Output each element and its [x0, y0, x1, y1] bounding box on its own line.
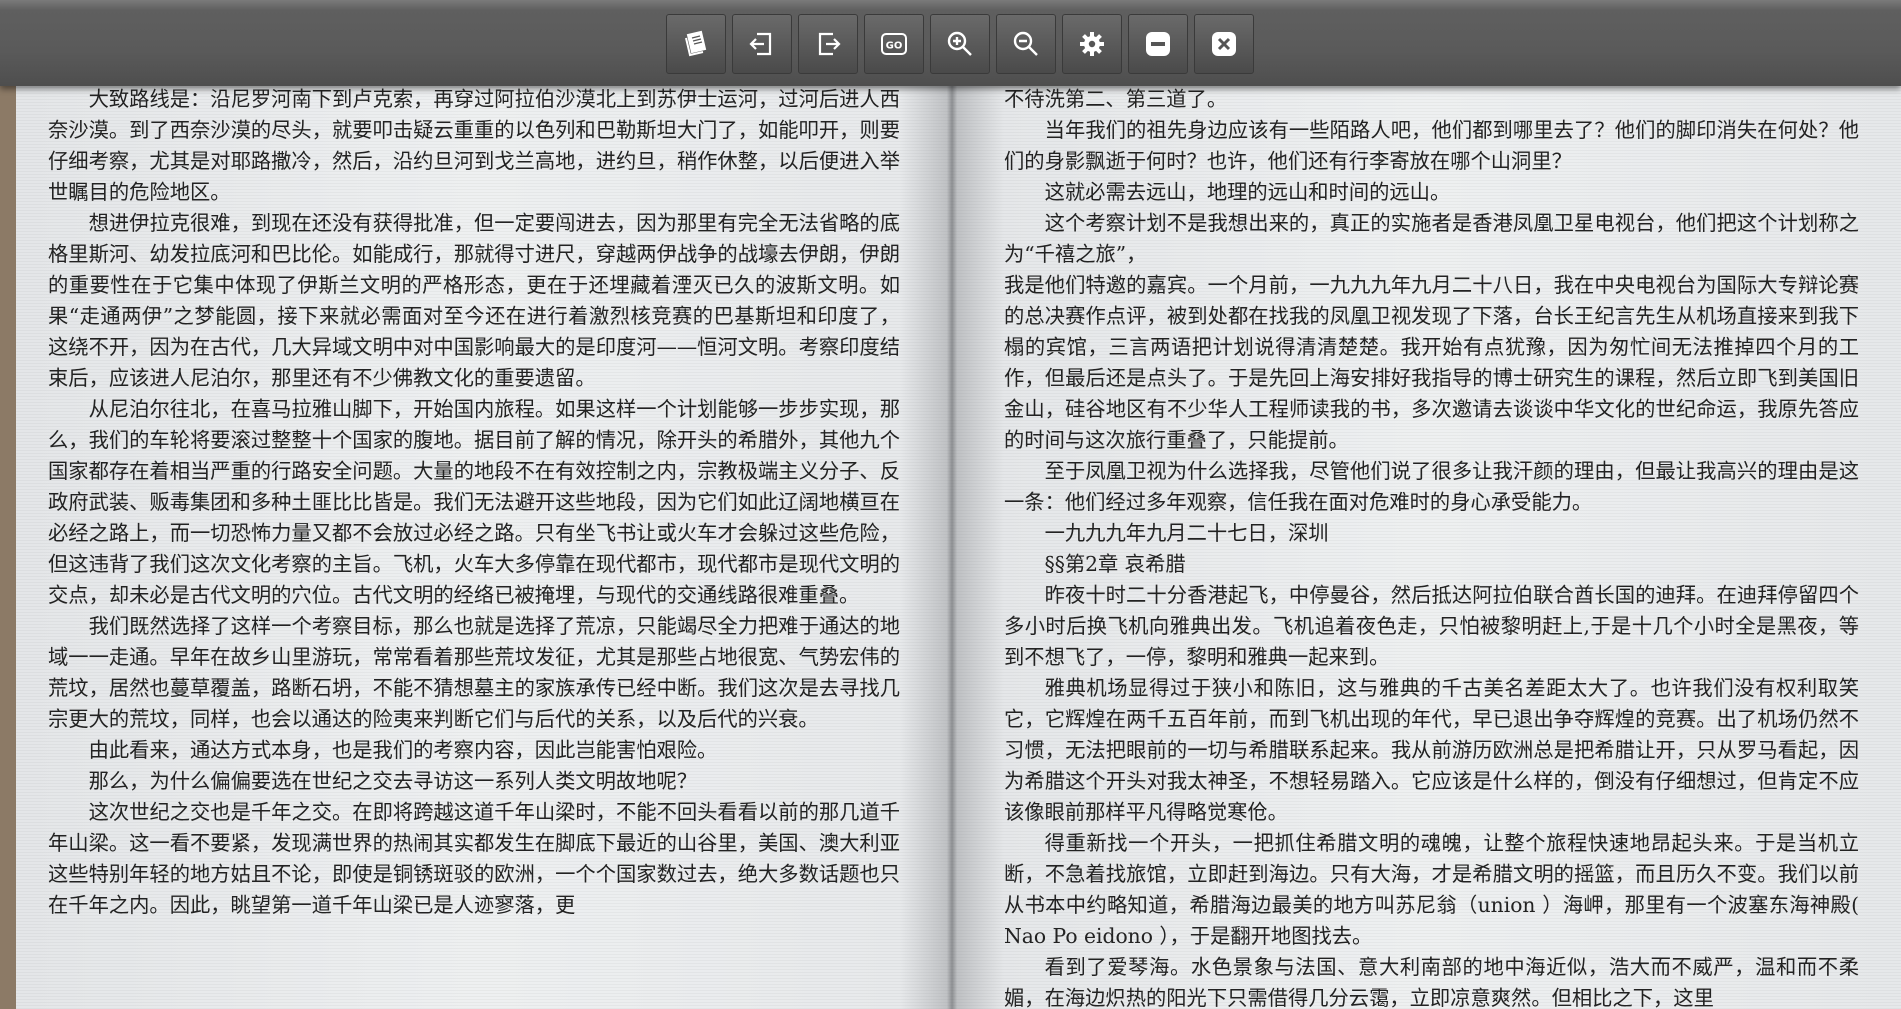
zoom-in-button[interactable]: [930, 14, 990, 74]
book-reader: 大致路线是：沿尼罗河南下到卢克索，再穿过阿拉伯沙漠北上到苏伊士运河，过河后进人西…: [0, 0, 1901, 1009]
left-paragraph: 想进伊拉克很难，到现在还没有获得批准，但一定要闯进去，因为那里有完全无法省略的底…: [48, 211, 900, 390]
left-paragraph: 大致路线是：沿尼罗河南下到卢克索，再穿过阿拉伯沙漠北上到苏伊士运河，过河后进人西…: [48, 87, 900, 204]
zoom-in-icon: [947, 31, 972, 56]
minimize-icon: [1146, 32, 1170, 56]
go-to-page-icon: GO: [881, 33, 907, 55]
right-paragraph: 得重新找一个开头，一把抓住希腊文明的魂魄，让整个旅程快速地昂起头来。于是当机立断…: [1004, 831, 1859, 948]
svg-text:GO: GO: [886, 41, 903, 52]
toolbar-buttons: GO: [666, 14, 1254, 74]
left-paragraph: 从尼泊尔往北，在喜马拉雅山脚下，开始国内旅程。如果这样一个计划能够一步步实现，那…: [48, 397, 900, 607]
right-paragraph: 这个考察计划不是我想出来的，真正的实施者是香港凤凰卫星电视台，他们把这个计划称之…: [1004, 211, 1859, 266]
right-paragraph: 这就必需去远山，地理的远山和时间的远山。: [1044, 180, 1451, 204]
settings-button[interactable]: [1062, 14, 1122, 74]
next-page-button[interactable]: [798, 14, 858, 74]
right-paragraph: 雅典机场显得过于狭小和陈旧，这与雅典的千古美名差距太大了。也许我们没有权利取笑它…: [1004, 676, 1859, 824]
left-page-text: 大致路线是：沿尼罗河南下到卢克索，再穿过阿拉伯沙漠北上到苏伊士运河，过河后进人西…: [48, 84, 900, 921]
zoom-out-button[interactable]: [996, 14, 1056, 74]
right-page-text: 不待洗第二、第三道了。当年我们的祖先身边应该有一些陌路人吧，他们都到哪里去了？他…: [1004, 84, 1859, 1009]
right-page[interactable]: 不待洗第二、第三道了。当年我们的祖先身边应该有一些陌路人吧，他们都到哪里去了？他…: [952, 0, 1901, 1009]
top-toolbar: GO: [0, 0, 1901, 86]
left-paragraph: 我们既然选择了这样一个考察目标，那么也就是选择了荒凉，只能竭尽全力把难于通达的地…: [48, 614, 900, 731]
right-paragraph: 我是他们特邀的嘉宾。一个月前，一九九九年九月二十八日，我在中央电视台为国际大专辩…: [1004, 273, 1859, 452]
right-paragraph: §§第2章 哀希腊: [1044, 552, 1186, 576]
next-page-icon: [818, 32, 841, 56]
previous-page-icon: [749, 32, 772, 56]
previous-page-button[interactable]: [732, 14, 792, 74]
right-paragraph: 至于凤凰卫视为什么选择我，尽管他们说了很多让我汗颜的理由，但最让我高兴的理由是这…: [1004, 459, 1859, 514]
zoom-out-icon: [1013, 31, 1038, 56]
go-to-page-button[interactable]: GO: [864, 14, 924, 74]
right-paragraph: 不待洗第二、第三道了。: [1004, 87, 1228, 111]
contents-button[interactable]: [666, 14, 726, 74]
minimize-button[interactable]: [1128, 14, 1188, 74]
close-icon: [1212, 32, 1236, 56]
right-paragraph: 当年我们的祖先身边应该有一些陌路人吧，他们都到哪里去了？他们的脚印消失在何处？他…: [1004, 118, 1859, 173]
right-paragraph: 昨夜十时二十分香港起飞，中停曼谷，然后抵达阿拉伯联合酋长国的迪拜。在迪拜停留四个…: [1004, 583, 1859, 669]
book-contents-icon: [685, 30, 707, 57]
left-paragraph: 那么，为什么偏偏要选在世纪之交去寻访这一系列人类文明故地呢？: [88, 769, 698, 793]
left-paragraph: 由此看来，通达方式本身，也是我们的考察内容，因此岂能害怕艰险。: [88, 738, 718, 762]
left-paragraph: 这次世纪之交也是千年之交。在即将跨越这道千年山梁时，不能不回头看看以前的那几道千…: [48, 800, 900, 917]
left-page[interactable]: 大致路线是：沿尼罗河南下到卢克索，再穿过阿拉伯沙漠北上到苏伊士运河，过河后进人西…: [0, 0, 952, 1009]
right-paragraph: 看到了爱琴海。水色景象与法国、意大利南部的地中海近似，浩大而不威严，温和而不柔媚…: [1004, 955, 1859, 1009]
settings-gear-icon: [1080, 32, 1104, 56]
right-paragraph: 一九九九年九月二十七日，深圳: [1044, 521, 1329, 545]
close-button[interactable]: [1194, 14, 1254, 74]
